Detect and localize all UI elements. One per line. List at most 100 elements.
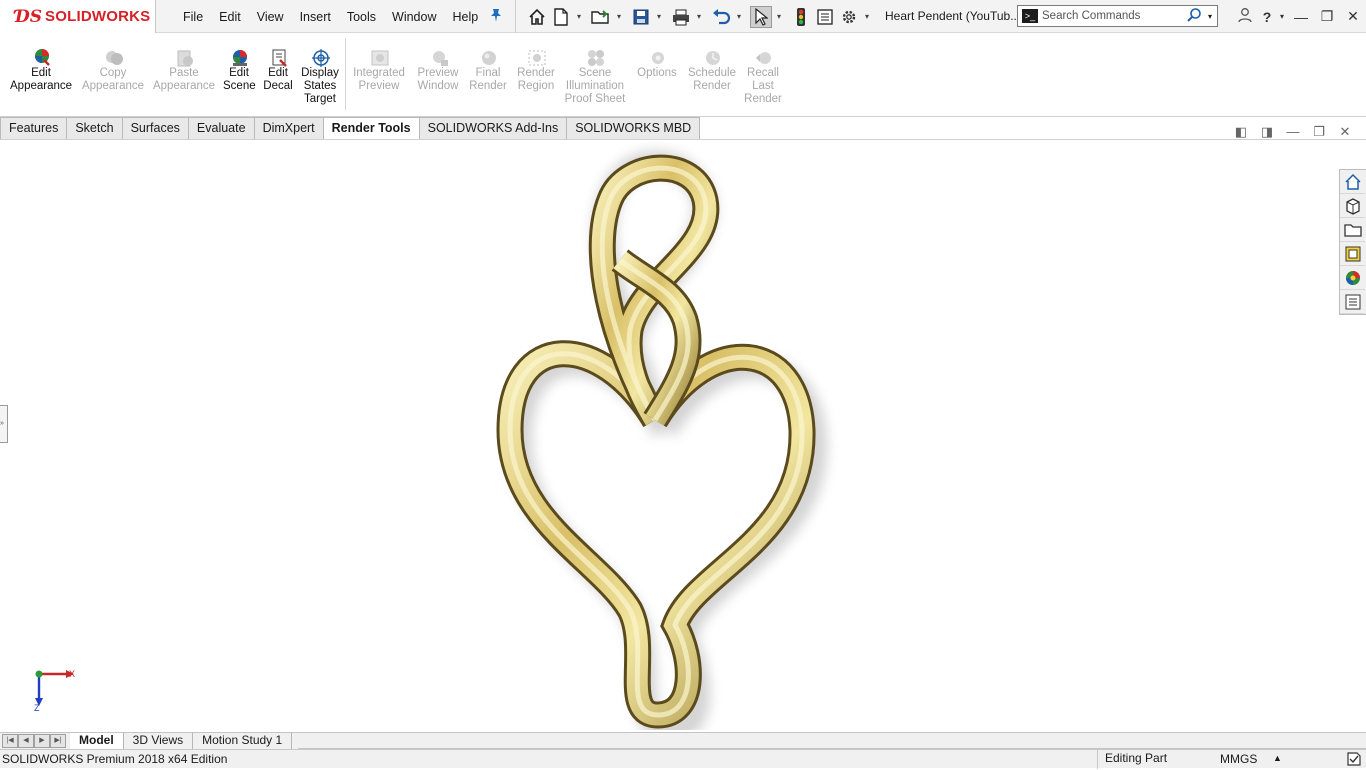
menu-view[interactable]: View — [249, 10, 292, 24]
print-icon[interactable] — [670, 6, 692, 28]
tab-surfaces[interactable]: Surfaces — [122, 117, 189, 140]
command-prompt-icon: >_ — [1022, 9, 1038, 23]
triad-z-label: Z — [34, 703, 40, 712]
restore-icon[interactable]: ❐ — [1314, 8, 1340, 25]
graphics-area[interactable]: » X Z — [0, 140, 1366, 732]
edit-decal-icon — [268, 48, 288, 67]
customize-status-icon[interactable] — [1346, 751, 1362, 770]
minimize-icon[interactable]: — — [1288, 9, 1314, 25]
file-explorer-icon[interactable] — [1340, 218, 1365, 242]
bottom-tab-bar: |◀ ◀ ▶ ▶| Model 3D Views Motion Study 1 — [0, 732, 1366, 749]
command-label: Display States Target — [301, 67, 339, 105]
file-properties-icon[interactable] — [814, 6, 836, 28]
tab-evaluate[interactable]: Evaluate — [188, 117, 255, 140]
open-dropdown-icon[interactable]: ▾ — [614, 12, 624, 21]
new-dropdown-icon[interactable]: ▾ — [574, 12, 584, 21]
command-label: Scene Illumination Proof Sheet — [564, 67, 626, 105]
command-options-button[interactable]: Options — [635, 48, 679, 80]
recall-last-render-icon — [753, 48, 773, 66]
menu-window[interactable]: Window — [384, 10, 444, 24]
new-document-icon[interactable] — [550, 6, 572, 28]
command-final-render-button[interactable]: Final Render — [469, 48, 507, 93]
command-label: Paste Appearance — [152, 67, 216, 92]
doc-restore-icon[interactable]: ❐ — [1306, 124, 1332, 140]
search-input[interactable] — [1042, 10, 1182, 22]
user-account-icon[interactable] — [1232, 7, 1258, 26]
tile-right-icon[interactable]: ◨ — [1254, 124, 1280, 140]
pin-icon[interactable] — [490, 8, 502, 25]
help-icon[interactable]: ? — [1258, 9, 1276, 25]
menu-file[interactable]: File — [175, 10, 211, 24]
undo-dropdown-icon[interactable]: ▾ — [734, 12, 744, 21]
scroll-first-icon[interactable]: |◀ — [2, 734, 18, 748]
schedule-render-icon — [702, 48, 722, 66]
command-schedule-render-button[interactable]: Schedule Render — [686, 48, 738, 93]
heart-pendant-model[interactable] — [480, 140, 840, 730]
command-render-region-button[interactable]: Render Region — [515, 48, 557, 93]
bottom-tab-3d-views[interactable]: 3D Views — [124, 733, 194, 749]
scroll-prev-icon[interactable]: ◀ — [18, 734, 34, 748]
ds-logo-icon: ƊS — [15, 6, 43, 27]
tab-render-tools[interactable]: Render Tools — [323, 117, 420, 140]
design-library-icon[interactable] — [1340, 194, 1365, 218]
command-copy-appearance-button[interactable]: Copy Appearance — [80, 48, 146, 93]
command-integrated-preview-button[interactable]: Integrated Preview — [351, 48, 407, 93]
save-dropdown-icon[interactable]: ▾ — [654, 12, 664, 21]
settings-gear-icon[interactable] — [838, 6, 860, 28]
doc-close-icon[interactable]: ✕ — [1332, 124, 1358, 140]
tab-sketch[interactable]: Sketch — [67, 117, 123, 140]
solidworks-resources-home-icon[interactable] — [1340, 170, 1365, 194]
command-edit-appearance-button[interactable]: Edit Appearance — [10, 48, 72, 93]
tile-left-icon[interactable]: ◧ — [1228, 124, 1254, 140]
menu-edit[interactable]: Edit — [211, 10, 249, 24]
view-palette-icon[interactable] — [1340, 242, 1365, 266]
tab-dimxpert[interactable]: DimXpert — [254, 117, 324, 140]
search-commands-box[interactable]: >_ ▾ — [1017, 5, 1218, 27]
settings-dropdown-icon[interactable]: ▾ — [862, 12, 872, 21]
command-label: Preview Window — [417, 67, 459, 92]
command-recall-last-render-button[interactable]: Recall Last Render — [740, 48, 786, 106]
preview-window-icon — [428, 48, 448, 66]
tab-solidworks-mbd[interactable]: SOLIDWORKS MBD — [567, 117, 701, 140]
command-edit-decal-button[interactable]: Edit Decal — [262, 48, 294, 93]
close-icon[interactable]: ✕ — [1340, 8, 1366, 25]
help-dropdown-icon[interactable]: ▾ — [1276, 12, 1288, 21]
task-pane-tabs — [1339, 169, 1366, 315]
scroll-last-icon[interactable]: ▶| — [50, 734, 66, 748]
document-title: Heart Pendent (YouTub... — [885, 9, 1021, 23]
search-icon[interactable] — [1186, 7, 1202, 26]
doc-minimize-icon[interactable]: — — [1280, 124, 1306, 140]
save-icon[interactable] — [630, 6, 652, 28]
solidworks-logo[interactable]: ƊS SOLIDWORKS — [0, 0, 156, 33]
command-preview-window-button[interactable]: Preview Window — [414, 48, 462, 93]
display-states-target-icon — [310, 48, 330, 67]
menu-help[interactable]: Help — [445, 10, 487, 24]
tab-features[interactable]: Features — [0, 117, 68, 140]
tab-solidworks-add-ins[interactable]: SOLIDWORKS Add-Ins — [419, 117, 568, 140]
select-arrow-icon[interactable] — [750, 5, 772, 28]
print-dropdown-icon[interactable]: ▾ — [694, 12, 704, 21]
appearances-scenes-decals-icon[interactable] — [1340, 266, 1365, 290]
command-display-states-target-button[interactable]: Display States Target — [300, 48, 340, 106]
select-dropdown-icon[interactable]: ▾ — [774, 12, 784, 21]
rebuild-traffic-light-icon[interactable] — [790, 6, 812, 28]
feature-manager-expand-handle[interactable]: » — [0, 405, 8, 443]
undo-icon[interactable] — [710, 6, 732, 28]
home-icon[interactable] — [526, 6, 548, 28]
unit-system-dropdown-icon[interactable]: ▲ — [1273, 753, 1282, 763]
scroll-next-icon[interactable]: ▶ — [34, 734, 50, 748]
custom-properties-icon[interactable] — [1340, 290, 1365, 314]
open-folder-icon[interactable] — [590, 6, 612, 28]
edit-scene-icon — [229, 48, 249, 66]
menu-tools[interactable]: Tools — [339, 10, 384, 24]
command-scene-illumination-button[interactable]: Scene Illumination Proof Sheet — [563, 48, 627, 106]
command-paste-appearance-button[interactable]: Paste Appearance — [151, 48, 217, 93]
command-edit-scene-button[interactable]: Edit Scene — [223, 48, 256, 93]
command-label: Recall Last Render — [744, 67, 782, 105]
bottom-tab-motion-study-1[interactable]: Motion Study 1 — [193, 733, 293, 749]
render-region-icon — [526, 48, 546, 66]
unit-system[interactable]: MMGS — [1220, 752, 1257, 766]
menu-insert[interactable]: Insert — [292, 10, 339, 24]
bottom-tab-model[interactable]: Model — [70, 733, 124, 749]
search-dropdown-icon[interactable]: ▾ — [1208, 12, 1212, 21]
